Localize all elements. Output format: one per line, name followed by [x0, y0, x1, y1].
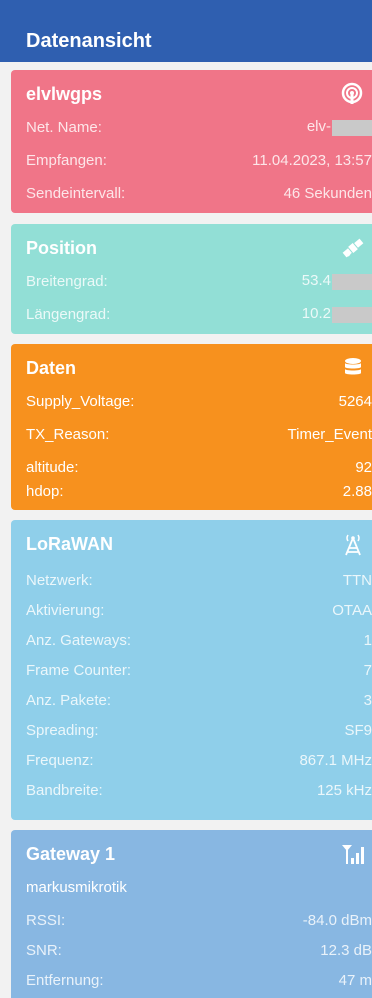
list-item: Entfernung: 47 m: [26, 970, 372, 990]
signal-bars-icon: [342, 845, 364, 864]
list-item: SNR: 12.3 dB: [26, 940, 372, 960]
row-label: RSSI:: [26, 911, 66, 929]
row-value: 47 m: [338, 971, 372, 989]
row-value: 7: [363, 661, 372, 679]
row-label: Längengrad:: [26, 305, 111, 323]
row-value: 11.04.2023, 13:57: [252, 151, 372, 169]
row-label: Frame Counter:: [26, 661, 132, 679]
gateway-name: markusmikrotik: [26, 878, 127, 896]
device-card: elvlwgps Net. Name: elv- Empfangen: 11.0…: [11, 70, 372, 213]
row-value: 867.1 MHz: [299, 751, 372, 769]
row-value: 2.88: [342, 482, 372, 500]
list-item: TX_Reason: Timer_Event: [26, 424, 372, 444]
database-icon: [345, 358, 361, 375]
row-label: hdop:: [26, 482, 64, 500]
list-item: Supply_Voltage: 5264: [26, 391, 372, 411]
list-item: Spreading: SF9: [26, 720, 372, 740]
row-label: altitude:: [26, 458, 79, 476]
gateway-card: Gateway 1 markusmikrotik RSSI: -84.0 dBm…: [11, 830, 372, 998]
list-item: RSSI: -84.0 dBm: [26, 910, 372, 930]
row-value: 46 Sekunden: [283, 184, 372, 202]
page-title: Datenansicht: [26, 30, 152, 52]
gateway-title: Gateway 1: [26, 844, 116, 864]
row-value: 5264: [338, 392, 372, 410]
row-value: 1: [363, 631, 372, 649]
row-value: -84.0 dBm: [302, 911, 372, 929]
position-card: Position Breitengrad: 53.4 Längengrad: 1…: [11, 224, 372, 334]
row-label: Breitengrad:: [26, 272, 108, 290]
row-label: Spreading:: [26, 721, 99, 739]
list-item: markusmikrotik: [26, 877, 372, 897]
row-label: SNR:: [26, 941, 62, 959]
app-title-bar: Datenansicht: [0, 0, 372, 62]
redacted-block: [332, 273, 372, 290]
row-value: 3: [363, 691, 372, 709]
satellite-icon: [342, 238, 364, 258]
row-value: 12.3 dB: [320, 941, 372, 959]
device-name: elvlwgps: [26, 84, 103, 104]
row-value: 92: [355, 458, 372, 476]
row-value: elv-: [307, 118, 372, 136]
data-card: Daten Supply_Voltage: 5264 TX_Reason: Ti…: [11, 344, 372, 510]
row-value: Timer_Event: [287, 425, 372, 443]
list-item: Aktivierung: OTAA: [26, 600, 372, 620]
row-label: TX_Reason:: [26, 425, 110, 443]
list-item: Längengrad: 10.2: [26, 304, 372, 324]
row-value: 125 kHz: [316, 781, 372, 799]
row-label: Aktivierung:: [26, 601, 105, 619]
row-label: Supply_Voltage:: [26, 392, 135, 410]
row-label: Anz. Gateways:: [26, 631, 132, 649]
position-title: Position: [26, 238, 97, 258]
row-label: Sendeintervall:: [26, 184, 126, 202]
list-item: Breitengrad: 53.4: [26, 271, 372, 291]
signal-tower-icon: [341, 82, 363, 104]
row-label: Bandbreite:: [26, 781, 103, 799]
data-title: Daten: [26, 358, 77, 378]
list-item: Net. Name: elv-: [26, 117, 372, 137]
list-item: Bandbreite: 125 kHz: [26, 780, 372, 800]
lorawan-title: LoRaWAN: [26, 534, 113, 554]
list-item: Empfangen: 11.04.2023, 13:57: [26, 150, 372, 170]
list-item: Netzwerk: TTN: [26, 570, 372, 590]
lorawan-card: LoRaWAN Netzwerk: TTN Aktivierung: OTAA …: [11, 520, 372, 820]
row-label: Netzwerk:: [26, 571, 93, 589]
row-value: 10.2: [302, 305, 372, 323]
row-label: Entfernung:: [26, 971, 104, 989]
row-label: Empfangen:: [26, 151, 107, 169]
redacted-block: [332, 306, 372, 323]
row-label: Net. Name:: [26, 118, 102, 136]
row-value: SF9: [344, 721, 372, 739]
list-item: hdop: 2.88: [26, 481, 372, 501]
list-item: Frame Counter: 7: [26, 660, 372, 680]
row-label: Anz. Pakete:: [26, 691, 112, 709]
row-value: OTAA: [332, 601, 372, 619]
row-label: Frequenz:: [26, 751, 94, 769]
row-value: 53.4: [302, 272, 372, 290]
list-item: Anz. Gateways: 1: [26, 630, 372, 650]
list-item: Frequenz: 867.1 MHz: [26, 750, 372, 770]
list-item: Sendeintervall: 46 Sekunden: [26, 183, 372, 203]
list-item: Anz. Pakete: 3: [26, 690, 372, 710]
antenna-icon: [345, 534, 361, 556]
row-value: TTN: [342, 571, 372, 589]
list-item: altitude: 92: [26, 457, 372, 477]
redacted-block: [332, 119, 372, 136]
